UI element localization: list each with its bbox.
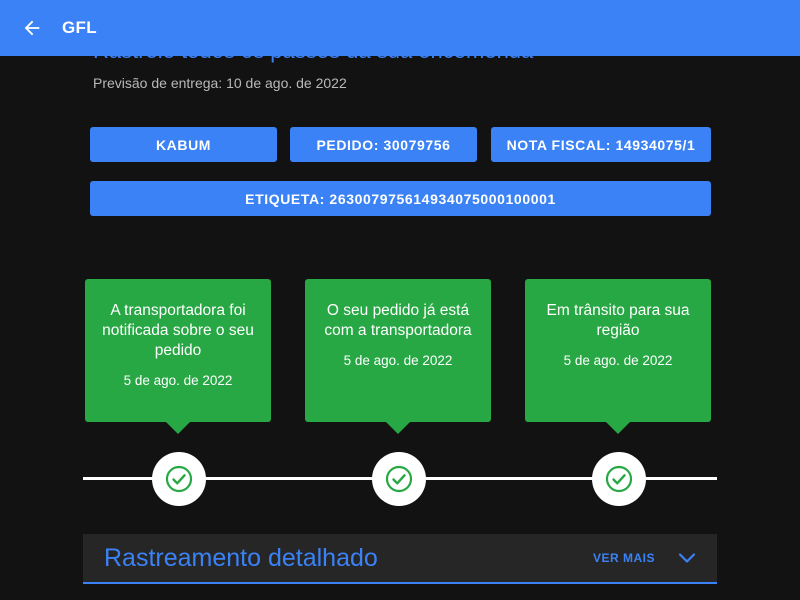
- timeline-card-date: 5 de ago. de 2022: [343, 353, 453, 368]
- timeline-card-date: 5 de ago. de 2022: [123, 373, 233, 388]
- timeline-card-title: O seu pedido já está com a transportador…: [324, 302, 472, 339]
- order-number-chip[interactable]: PEDIDO: 30079756: [290, 127, 477, 162]
- back-button[interactable]: [4, 0, 60, 56]
- app-bar: GFL: [0, 0, 800, 56]
- delivery-estimate: Previsão de entrega: 10 de ago. de 2022: [93, 75, 347, 91]
- timeline-card: Em trânsito para sua região 5 de ago. de…: [525, 279, 711, 422]
- timeline-card-title: A transportadora foi notificada sobre o …: [102, 302, 254, 359]
- timeline-card: O seu pedido já está com a transportador…: [305, 279, 491, 422]
- check-circle-icon: [385, 465, 413, 493]
- timeline-card-date: 5 de ago. de 2022: [563, 353, 673, 368]
- store-chip[interactable]: KABUM: [90, 127, 277, 162]
- timeline-card: A transportadora foi notificada sobre o …: [85, 279, 271, 422]
- invoice-chip[interactable]: NOTA FISCAL: 14934075/1: [491, 127, 711, 162]
- chevron-down-icon[interactable]: [677, 548, 697, 568]
- app-title: GFL: [62, 18, 97, 37]
- detailed-tracking-title: Rastreamento detalhado: [104, 543, 378, 572]
- check-circle-icon: [605, 465, 633, 493]
- timeline-step-3: [592, 452, 646, 506]
- timeline-card-title: Em trânsito para sua região: [546, 302, 690, 339]
- timeline-step-1: [152, 452, 206, 506]
- arrow-left-icon: [24, 20, 40, 36]
- see-more-button[interactable]: VER MAIS: [593, 551, 655, 565]
- timeline-step-2: [372, 452, 426, 506]
- tracking-label-chip[interactable]: ETIQUETA: 263007975614934075000100001: [90, 181, 711, 216]
- detailed-tracking-panel[interactable]: Rastreamento detalhado VER MAIS: [83, 534, 717, 584]
- check-circle-icon: [165, 465, 193, 493]
